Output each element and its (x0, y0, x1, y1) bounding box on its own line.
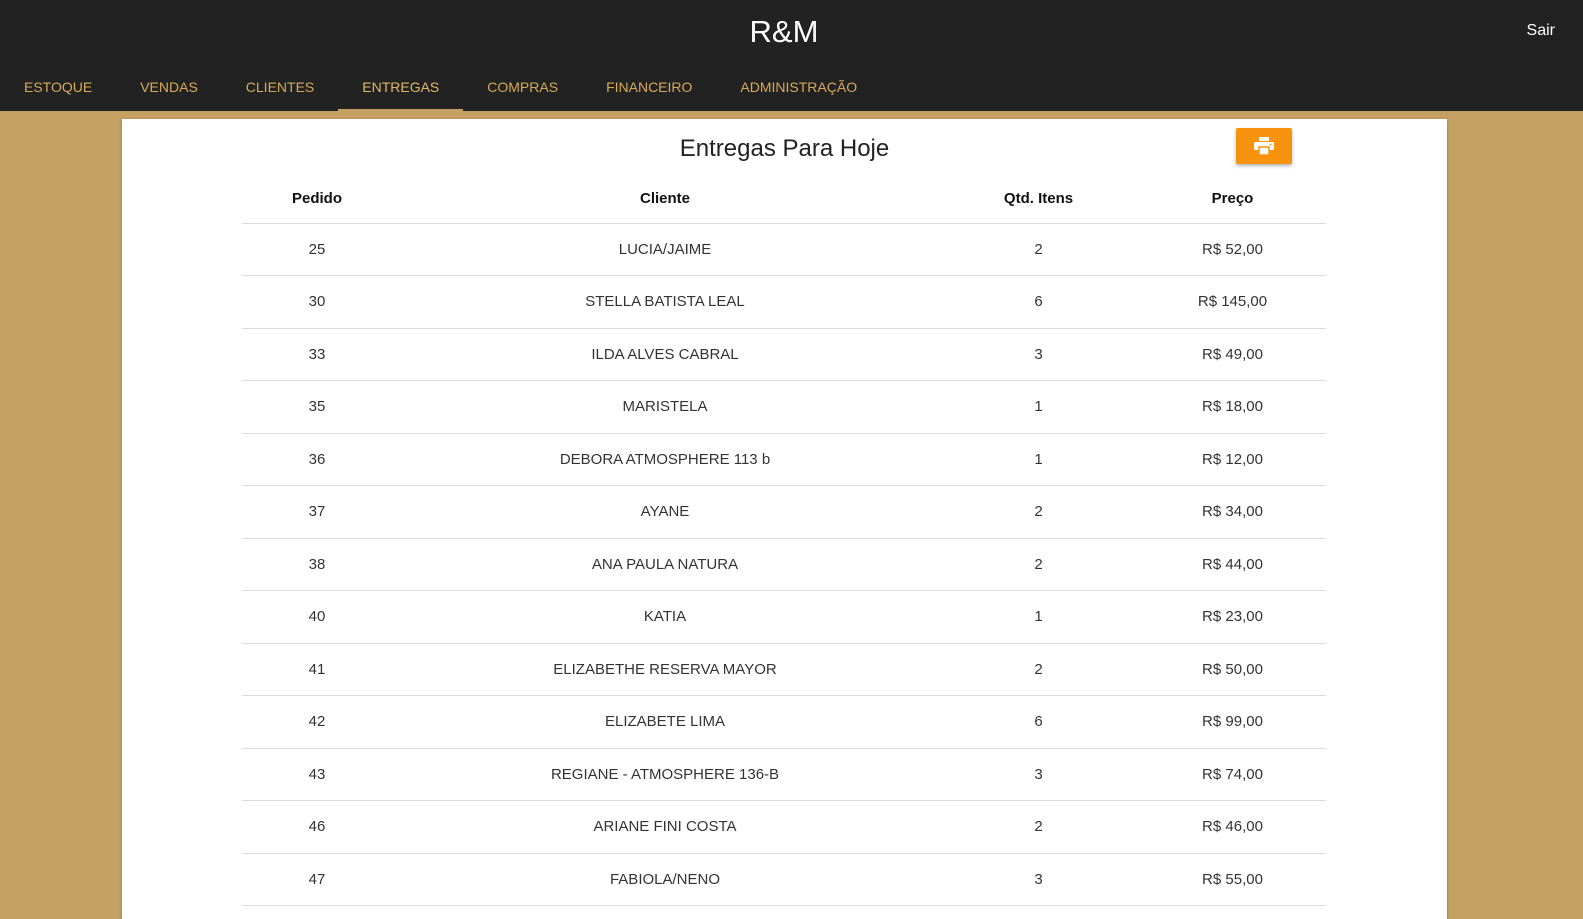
deliveries-card: Entregas Para Hoje Pedido Cliente Qtd. I… (122, 119, 1447, 919)
cell-pedido: 25 (242, 223, 392, 276)
cell-qtd-itens: 2 (938, 643, 1139, 696)
table-row[interactable]: 38 ANA PAULA NATURA 2 R$ 44,00 (242, 538, 1326, 591)
cell-pedido: 46 (242, 800, 392, 854)
table-row[interactable]: 35 MARISTELA 1 R$ 18,00 (242, 380, 1326, 434)
cell-cliente: AYANE (392, 485, 938, 539)
cell-qtd-itens: 2 (938, 223, 1139, 276)
cell-qtd-itens: 6 (938, 275, 1139, 329)
table-row[interactable]: 46 ARIANE FINI COSTA 2 R$ 46,00 (242, 800, 1326, 854)
tab-estoque[interactable]: ESTOQUE (0, 66, 116, 111)
cell-cliente: ILDA ALVES CABRAL (392, 328, 938, 381)
cell-pedido: 42 (242, 695, 392, 749)
deliveries-table: Pedido Cliente Qtd. Itens Preço 25 LUCIA… (242, 175, 1326, 906)
table-row[interactable]: 41 ELIZABETHE RESERVA MAYOR 2 R$ 50,00 (242, 643, 1326, 696)
nav-tabs: ESTOQUE VENDAS CLIENTES ENTREGAS COMPRAS… (0, 66, 881, 111)
column-header-preco: Preço (1139, 175, 1326, 224)
table-row[interactable]: 36 DEBORA ATMOSPHERE 113 b 1 R$ 12,00 (242, 433, 1326, 486)
cell-preco: R$ 46,00 (1139, 800, 1326, 854)
cell-cliente: ANA PAULA NATURA (392, 538, 938, 591)
cell-qtd-itens: 3 (938, 853, 1139, 906)
cell-preco: R$ 12,00 (1139, 433, 1326, 486)
cell-cliente: LUCIA/JAIME (392, 223, 938, 276)
cell-pedido: 36 (242, 433, 392, 486)
tab-financeiro[interactable]: FINANCEIRO (582, 66, 716, 111)
cell-pedido: 43 (242, 748, 392, 801)
tab-compras[interactable]: COMPRAS (463, 66, 582, 111)
table-row[interactable]: 47 FABIOLA/NENO 3 R$ 55,00 (242, 853, 1326, 906)
cell-preco: R$ 18,00 (1139, 380, 1326, 434)
cell-pedido: 41 (242, 643, 392, 696)
column-header-cliente: Cliente (392, 175, 938, 224)
logout-link[interactable]: Sair (1527, 22, 1555, 40)
cell-preco: R$ 74,00 (1139, 748, 1326, 801)
cell-pedido: 37 (242, 485, 392, 539)
tab-administracao[interactable]: ADMINISTRAÇÃO (716, 66, 881, 111)
table-row[interactable]: 42 ELIZABETE LIMA 6 R$ 99,00 (242, 695, 1326, 749)
column-header-pedido: Pedido (242, 175, 392, 224)
cell-preco: R$ 44,00 (1139, 538, 1326, 591)
cell-cliente: FABIOLA/NENO (392, 853, 938, 906)
cell-qtd-itens: 2 (938, 485, 1139, 539)
column-header-qtd-itens: Qtd. Itens (938, 175, 1139, 224)
cell-pedido: 47 (242, 853, 392, 906)
cell-qtd-itens: 3 (938, 748, 1139, 801)
cell-cliente: REGIANE - ATMOSPHERE 136-B (392, 748, 938, 801)
table-row[interactable]: 37 AYANE 2 R$ 34,00 (242, 485, 1326, 539)
table-row[interactable]: 40 KATIA 1 R$ 23,00 (242, 590, 1326, 644)
table-row[interactable]: 33 ILDA ALVES CABRAL 3 R$ 49,00 (242, 328, 1326, 381)
cell-cliente: DEBORA ATMOSPHERE 113 b (392, 433, 938, 486)
table-row[interactable]: 43 REGIANE - ATMOSPHERE 136-B 3 R$ 74,00 (242, 748, 1326, 801)
cell-cliente: ARIANE FINI COSTA (392, 800, 938, 854)
cell-preco: R$ 34,00 (1139, 485, 1326, 539)
cell-qtd-itens: 1 (938, 433, 1139, 486)
cell-pedido: 38 (242, 538, 392, 591)
cell-cliente: ELIZABETE LIMA (392, 695, 938, 749)
cell-cliente: MARISTELA (392, 380, 938, 434)
cell-pedido: 35 (242, 380, 392, 434)
cell-preco: R$ 50,00 (1139, 643, 1326, 696)
printer-icon (1254, 137, 1274, 155)
tab-clientes[interactable]: CLIENTES (222, 66, 338, 111)
cell-preco: R$ 23,00 (1139, 590, 1326, 644)
table-header-row: Pedido Cliente Qtd. Itens Preço (242, 175, 1326, 224)
brand-title: R&M (749, 14, 819, 49)
top-bar: R&M Sair ESTOQUE VENDAS CLIENTES ENTREGA… (0, 0, 1583, 111)
tab-entregas[interactable]: ENTREGAS (338, 66, 464, 111)
cell-cliente: ELIZABETHE RESERVA MAYOR (392, 643, 938, 696)
cell-qtd-itens: 1 (938, 590, 1139, 644)
cell-cliente: STELLA BATISTA LEAL (392, 275, 938, 329)
tab-vendas[interactable]: VENDAS (116, 66, 222, 111)
cell-preco: R$ 99,00 (1139, 695, 1326, 749)
print-button[interactable] (1236, 128, 1292, 164)
cell-qtd-itens: 2 (938, 538, 1139, 591)
cell-preco: R$ 52,00 (1139, 223, 1326, 276)
table-row[interactable]: 25 LUCIA/JAIME 2 R$ 52,00 (242, 223, 1326, 276)
cell-pedido: 40 (242, 590, 392, 644)
cell-qtd-itens: 3 (938, 328, 1139, 381)
cell-cliente: KATIA (392, 590, 938, 644)
cell-pedido: 33 (242, 328, 392, 381)
cell-qtd-itens: 6 (938, 695, 1139, 749)
cell-qtd-itens: 2 (938, 800, 1139, 854)
cell-pedido: 30 (242, 275, 392, 329)
cell-preco: R$ 49,00 (1139, 328, 1326, 381)
table-row[interactable]: 30 STELLA BATISTA LEAL 6 R$ 145,00 (242, 275, 1326, 329)
cell-preco: R$ 55,00 (1139, 853, 1326, 906)
cell-qtd-itens: 1 (938, 380, 1139, 434)
cell-preco: R$ 145,00 (1139, 275, 1326, 329)
